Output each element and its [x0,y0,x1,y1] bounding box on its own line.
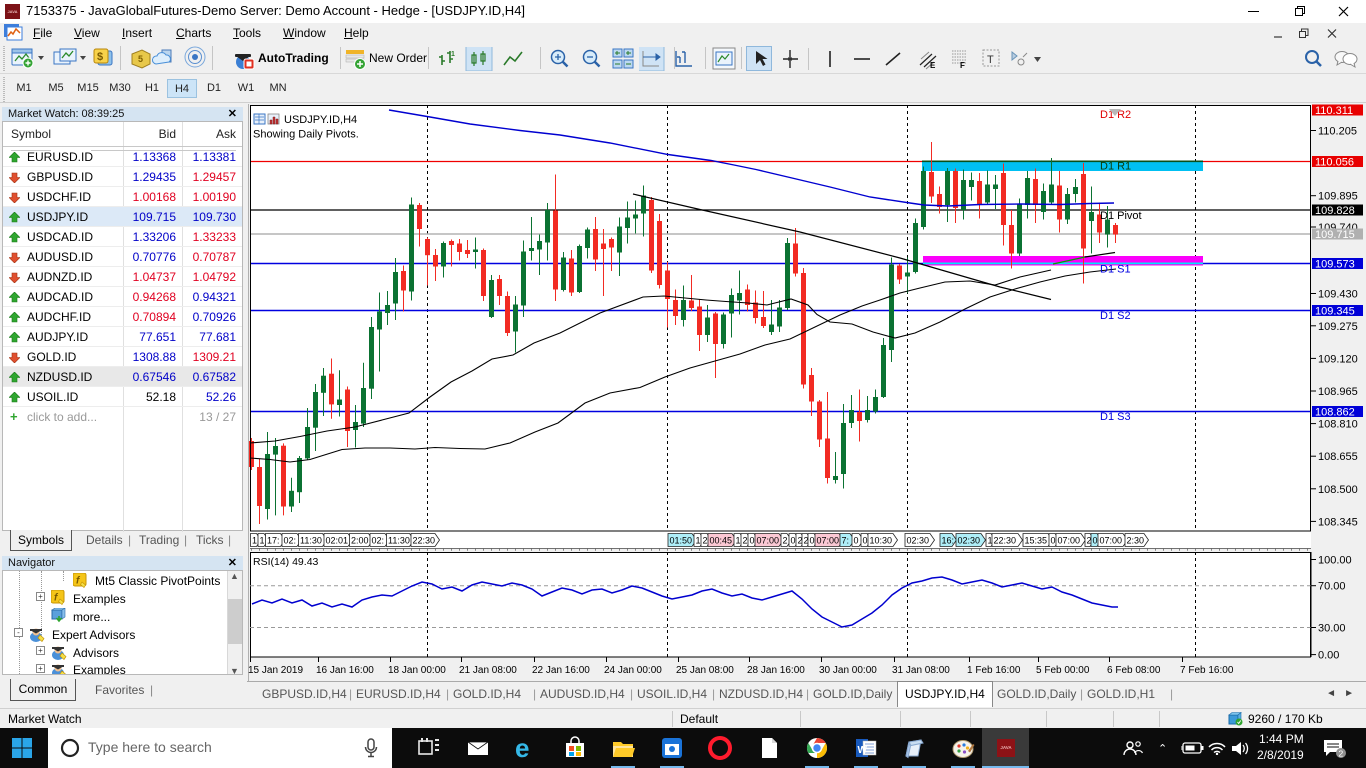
svg-text:25 Jan 08:00: 25 Jan 08:00 [676,665,734,676]
svg-text:16:: 16: [942,536,955,546]
svg-text:0.00: 0.00 [1318,650,1339,662]
svg-text:02:30: 02:30 [958,536,981,546]
svg-text:30.00: 30.00 [1318,623,1346,635]
svg-text:01:50: 01:50 [670,536,693,546]
svg-text:07:00: 07:00 [1058,536,1081,546]
svg-text:02:30: 02:30 [907,536,930,546]
svg-text:109.430: 109.430 [1318,289,1358,301]
svg-text:2: 2 [703,536,708,546]
svg-text:11:30: 11:30 [388,536,410,546]
svg-text:10:30: 10:30 [870,536,893,546]
svg-text:16 Jan 16:00: 16 Jan 16:00 [316,665,374,676]
svg-text:109.828: 109.828 [1315,205,1355,217]
svg-text:31 Jan 08:00: 31 Jan 08:00 [892,665,950,676]
svg-text:2: 2 [1339,749,1344,759]
svg-text:2: 2 [783,536,788,546]
svg-text:0: 0 [750,536,755,546]
svg-text:W: W [858,745,868,756]
svg-text:109.715: 109.715 [1315,229,1355,241]
svg-text:F: F [960,61,965,70]
svg-text:02:: 02: [284,536,297,546]
svg-text:$: $ [97,51,103,63]
svg-text:108.500: 108.500 [1318,484,1358,496]
svg-text:109.120: 109.120 [1318,353,1358,365]
svg-text:7 Feb 16:00: 7 Feb 16:00 [1180,665,1234,676]
svg-text:108.965: 108.965 [1318,386,1358,398]
svg-text:D1 S1: D1 S1 [1100,264,1131,276]
svg-text:110.205: 110.205 [1318,126,1357,138]
svg-text:24 Jan 00:00: 24 Jan 00:00 [604,665,662,676]
svg-text:18 Jan 00:00: 18 Jan 00:00 [388,665,446,676]
svg-text:100.00: 100.00 [1318,555,1352,567]
svg-text:USDJPY.ID,H4: USDJPY.ID,H4 [284,114,357,126]
svg-text:D1 R1: D1 R1 [1100,161,1131,173]
svg-text:109.573: 109.573 [1315,259,1355,271]
svg-text:D1 S3: D1 S3 [1100,411,1131,423]
svg-text:109.345: 109.345 [1315,306,1355,318]
svg-text:108.655: 108.655 [1318,451,1358,463]
svg-text:110.311: 110.311 [1315,105,1353,117]
svg-text:0: 0 [810,536,815,546]
svg-text:1: 1 [736,536,741,546]
svg-text:T: T [987,54,994,66]
svg-text:5: 5 [138,54,143,64]
svg-text:2:00: 2:00 [351,536,369,546]
svg-text:15 Jan 2019: 15 Jan 2019 [248,665,303,676]
svg-text:02:01: 02:01 [326,536,349,546]
svg-text:1: 1 [451,51,455,58]
svg-text:1: 1 [252,536,257,546]
svg-text:E: E [930,61,936,70]
svg-text:00:45: 00:45 [710,536,733,546]
svg-text:6 Feb 08:00: 6 Feb 08:00 [1107,665,1161,676]
svg-text:109.895: 109.895 [1318,191,1358,203]
svg-text:22 Jan 16:00: 22 Jan 16:00 [532,665,590,676]
svg-text:0: 0 [791,536,796,546]
svg-text:108.345: 108.345 [1318,516,1358,528]
svg-text:1: 1 [696,536,701,546]
svg-text:07:00: 07:00 [757,536,780,546]
svg-text:15:35: 15:35 [1025,536,1048,546]
svg-text:1: 1 [260,536,265,546]
svg-text:17:: 17: [267,536,280,546]
svg-text:0: 0 [854,536,859,546]
svg-text:108.810: 108.810 [1318,419,1358,431]
svg-text:30 Jan 00:00: 30 Jan 00:00 [819,665,877,676]
svg-text:109.275: 109.275 [1318,321,1358,333]
svg-text:RSI(14) 49.43: RSI(14) 49.43 [253,556,319,568]
svg-text:0: 0 [1093,536,1098,546]
svg-text:70.00: 70.00 [1318,581,1346,593]
svg-text:07:00: 07:00 [817,536,840,546]
svg-text:2:30: 2:30 [1127,536,1145,546]
svg-text:Showing Daily Pivots.: Showing Daily Pivots. [253,129,359,141]
svg-text:5 Feb 00:00: 5 Feb 00:00 [1036,665,1090,676]
svg-text:110.056: 110.056 [1315,157,1354,169]
svg-text:e: e [515,736,529,760]
svg-text:D1 Pivot: D1 Pivot [1100,210,1142,222]
svg-text:2: 2 [743,536,748,546]
svg-text:02:: 02: [372,536,385,546]
svg-text:11:30: 11:30 [300,536,322,546]
svg-text:D1 S2: D1 S2 [1100,310,1131,322]
svg-text:0: 0 [863,536,868,546]
svg-text:0: 0 [1051,536,1056,546]
svg-text:21 Jan 08:00: 21 Jan 08:00 [459,665,517,676]
svg-text:28 Jan 16:00: 28 Jan 16:00 [747,665,805,676]
svg-text:22:30: 22:30 [413,536,436,546]
svg-text:7:: 7: [842,536,850,546]
svg-text:07:00: 07:00 [1100,536,1123,546]
svg-text:108.862: 108.862 [1315,407,1355,419]
svg-text:1 Feb 16:00: 1 Feb 16:00 [967,665,1021,676]
svg-text:22:30: 22:30 [994,536,1017,546]
